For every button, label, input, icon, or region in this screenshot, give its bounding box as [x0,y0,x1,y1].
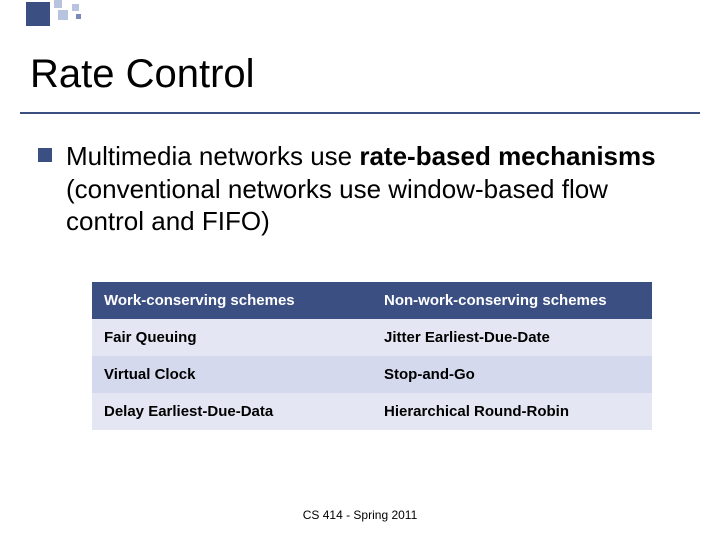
table-cell: Virtual Clock [92,356,372,393]
decor-square-small [72,4,79,11]
title-underline [20,112,700,114]
slide-title: Rate Control [30,52,255,97]
table-header-cell: Work-conserving schemes [92,282,372,319]
bullet-text: Multimedia networks use rate-based mecha… [66,140,682,238]
table-cell: Fair Queuing [92,319,372,356]
table-row: Fair Queuing Jitter Earliest-Due-Date [92,319,652,356]
decor-square-small [54,0,62,8]
table-row: Virtual Clock Stop-and-Go [92,356,652,393]
bullet-item: Multimedia networks use rate-based mecha… [38,140,682,238]
bullet-square-icon [38,148,52,162]
slide: Rate Control Multimedia networks use rat… [0,0,720,540]
table-cell: Stop-and-Go [372,356,652,393]
table-header-cell: Non-work-conserving schemes [372,282,652,319]
table-header-row: Work-conserving schemes Non-work-conserv… [92,282,652,319]
decor-square-small [76,14,81,19]
table-cell: Hierarchical Round-Robin [372,393,652,430]
slide-decor [18,0,138,36]
decor-square-large [26,2,50,26]
bullet-text-prefix: Multimedia networks use [66,141,359,171]
table-cell: Jitter Earliest-Due-Date [372,319,652,356]
decor-square-small [58,10,68,20]
slide-footer: CS 414 - Spring 2011 [0,508,720,522]
bullet-text-bold: rate-based mechanisms [359,141,655,171]
bullet-text-suffix: (conventional networks use window-based … [66,174,608,237]
schemes-table: Work-conserving schemes Non-work-conserv… [92,282,652,430]
slide-body: Multimedia networks use rate-based mecha… [38,140,682,238]
table-row: Delay Earliest-Due-Data Hierarchical Rou… [92,393,652,430]
table-cell: Delay Earliest-Due-Data [92,393,372,430]
